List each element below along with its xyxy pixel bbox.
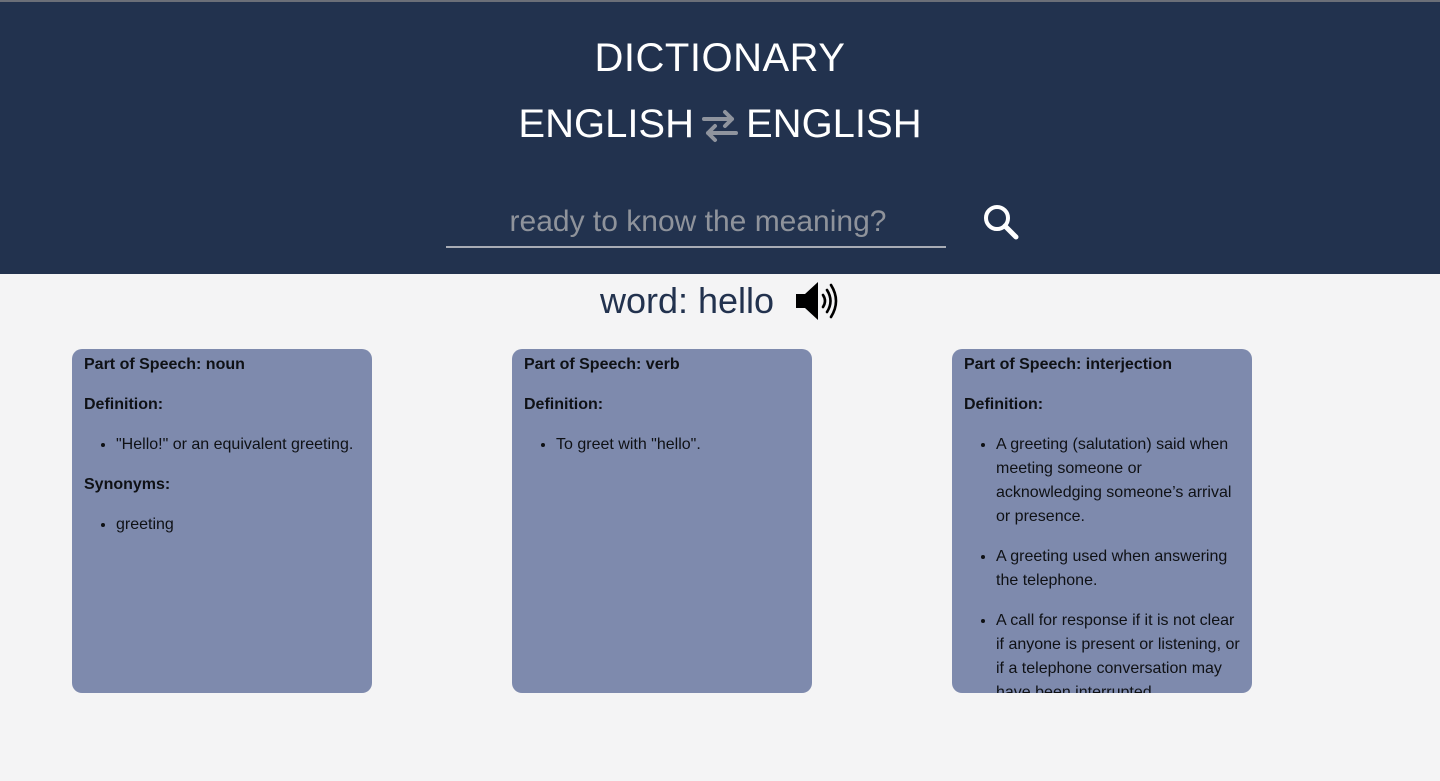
app-header: DICTIONARY ENGLISH ENGLISH [0,2,1440,274]
definition-item: A greeting used when answering the telep… [996,545,1240,593]
source-language: ENGLISH [518,102,694,146]
definition-item: A call for response if it is not clear i… [996,609,1240,693]
part-of-speech: Part of Speech: noun [84,356,245,373]
search-field [446,198,950,248]
definition-label: Definition: [964,396,1044,413]
meaning-card-verb: Part of Speech: verb Definition: To gree… [512,349,812,693]
definition-item: A greeting (salutation) said when meetin… [996,433,1240,529]
definition-list: To greet with "hello". [524,433,800,457]
speaker-icon [796,282,838,320]
target-language: ENGLISH [746,102,922,146]
definition-label: Definition: [524,396,604,413]
app-title: DICTIONARY [594,36,846,80]
part-of-speech: Part of Speech: verb [524,356,680,373]
search-input[interactable] [446,198,950,246]
definition-label: Definition: [84,396,164,413]
definition-item: "Hello!" or an equivalent greeting. [116,433,360,457]
synonym-list: greeting [84,513,360,537]
meaning-card-interjection[interactable]: Part of Speech: interjection Definition:… [952,349,1252,693]
definition-list: "Hello!" or an equivalent greeting. [84,433,360,457]
meaning-card-noun: Part of Speech: noun Definition: "Hello!… [72,349,372,693]
swap-arrows-icon [700,105,740,145]
part-of-speech: Part of Speech: interjection [964,356,1173,373]
definition-list: A greeting (salutation) said when meetin… [964,433,1240,693]
language-pair: ENGLISH ENGLISH [0,102,1440,147]
search-button[interactable] [980,202,1022,242]
word-heading-row: word: hello [0,276,1440,326]
search-icon [984,205,1019,240]
word-heading: word: hello [599,280,775,321]
synonyms-label: Synonyms: [84,476,171,493]
play-pronunciation-button[interactable] [794,278,840,324]
definition-item: To greet with "hello". [556,433,800,457]
synonym-item: greeting [116,513,360,537]
